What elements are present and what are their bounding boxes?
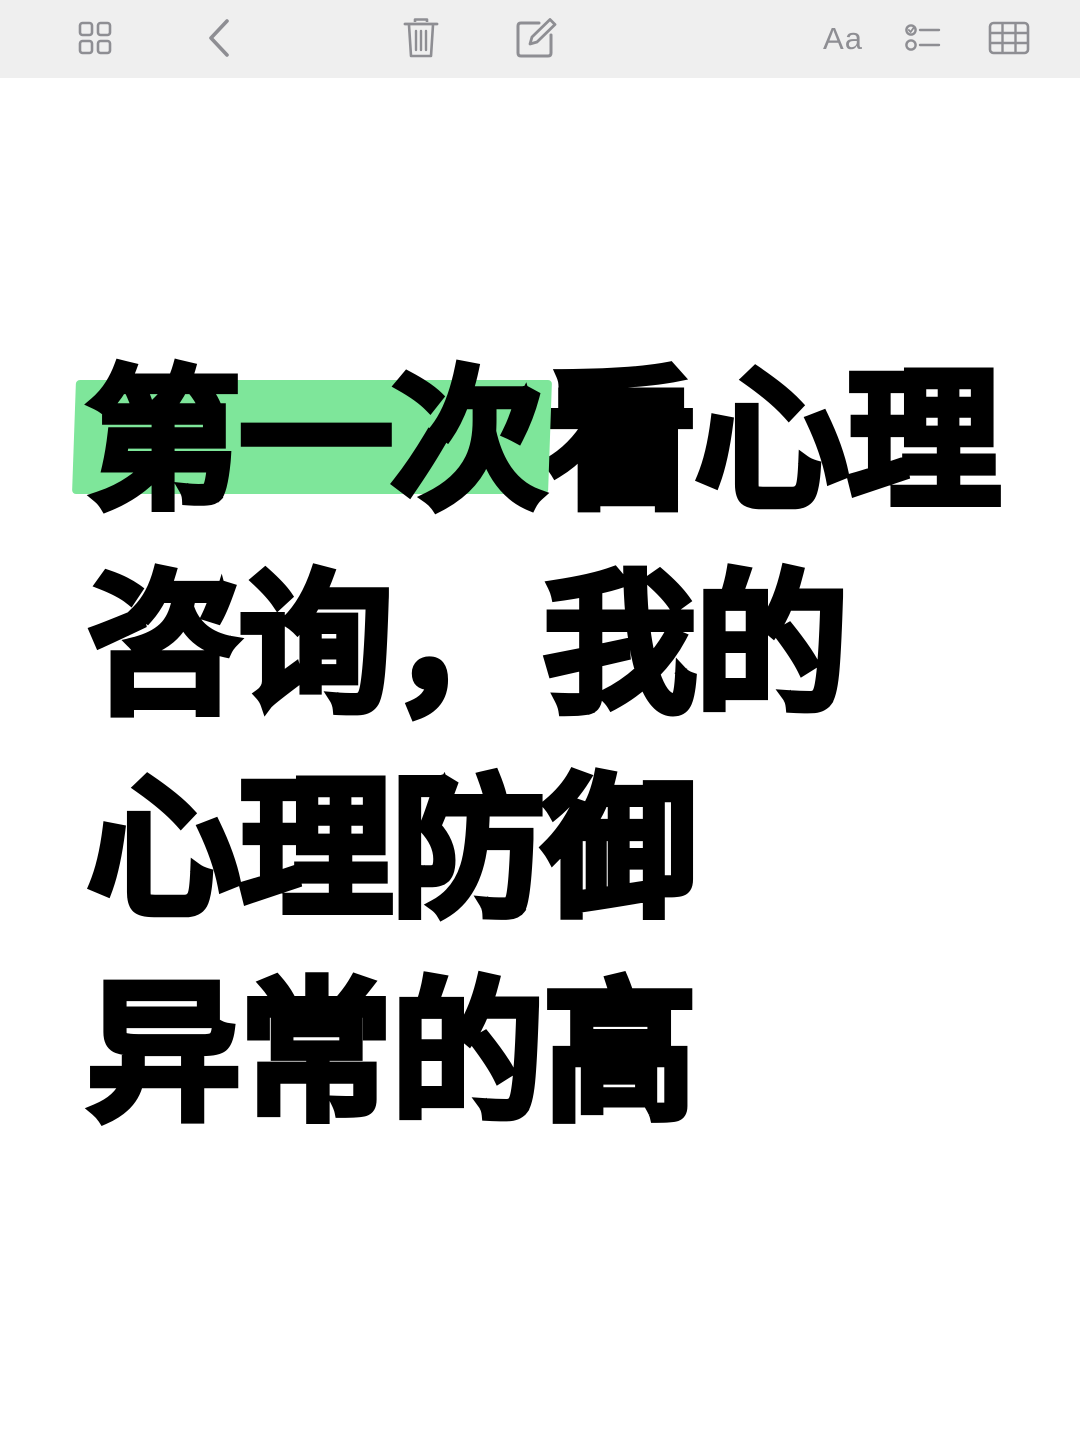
title-line-2: 咨询，我的	[85, 544, 1018, 748]
title-line-4: 异常的高	[85, 952, 1018, 1156]
text-format-button[interactable]: Aa	[814, 11, 872, 65]
note-title[interactable]: 第一次看心理 咨询，我的 心理防御 异常的高	[85, 340, 1018, 1156]
title-line-3: 心理防御	[85, 748, 1018, 952]
note-body[interactable]: 第一次看心理 咨询，我的 心理防御 异常的高	[0, 78, 1080, 1440]
title-text: 咨询，我的	[85, 554, 852, 738]
checklist-icon	[905, 24, 941, 51]
toolbar: Aa	[0, 0, 1080, 78]
compose-button[interactable]	[508, 11, 564, 65]
back-chevron-icon	[209, 19, 229, 57]
gallery-view-button[interactable]	[67, 11, 123, 65]
gallery-grid-icon	[78, 21, 112, 55]
table-icon	[988, 21, 1030, 55]
title-line-1: 第一次看心理	[85, 340, 1018, 544]
back-button[interactable]	[192, 11, 248, 65]
table-button[interactable]	[981, 11, 1037, 65]
text-format-icon: Aa	[823, 20, 863, 56]
delete-button[interactable]	[393, 11, 449, 65]
checklist-button[interactable]	[895, 11, 951, 65]
title-text: 异常的高	[85, 962, 700, 1146]
title-text: 心理防御	[85, 758, 700, 942]
highlighted-text: 第一次	[85, 340, 548, 544]
compose-icon	[516, 18, 557, 58]
trash-icon	[403, 18, 439, 58]
title-text: 看心理	[541, 350, 1004, 534]
notes-app: Aa 第一次看心理 咨询，我的 心理防御 异常的高	[0, 0, 1080, 1440]
